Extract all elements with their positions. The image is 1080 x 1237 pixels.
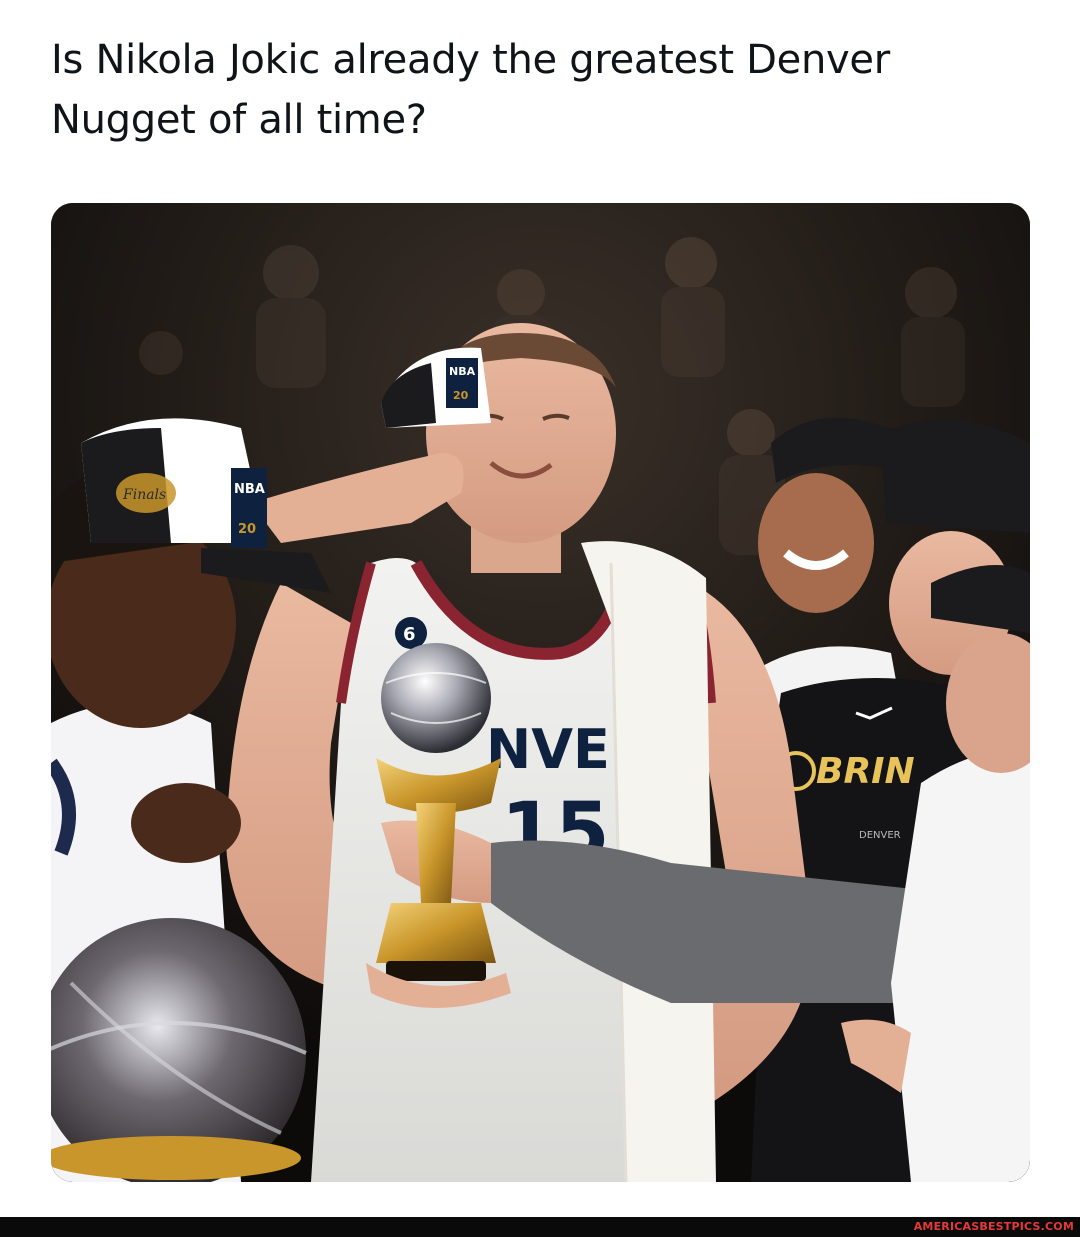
cap-left-label: NBA: [234, 482, 265, 497]
footer-bar: AMERICASBESTPICS.COM: [0, 1217, 1080, 1237]
cap-brand-text: Finals: [122, 487, 166, 503]
post-caption: Is Nikola Jokic already the greatest Den…: [51, 37, 890, 143]
celebration-photo: BRIN DENVER NVE 15 6 NBA 20 NBA 20 Final…: [51, 203, 1030, 1182]
meme-post: Is Nikola Jokic already the greatest Den…: [0, 0, 1080, 1237]
shirt-text: BRIN: [816, 751, 915, 792]
jersey-patch-number: 6: [403, 624, 416, 645]
cap-center-year: 20: [453, 389, 469, 402]
watermark-text[interactable]: AMERICASBESTPICS.COM: [914, 1220, 1074, 1233]
cap-center-label: NBA: [449, 365, 476, 378]
shirt-subtext: DENVER: [859, 830, 901, 841]
cap-left-year: 20: [238, 522, 256, 537]
post-photo[interactable]: BRIN DENVER NVE 15 6 NBA 20 NBA 20 Final…: [51, 203, 1030, 1182]
jersey-chest-text: NVE: [486, 718, 610, 781]
